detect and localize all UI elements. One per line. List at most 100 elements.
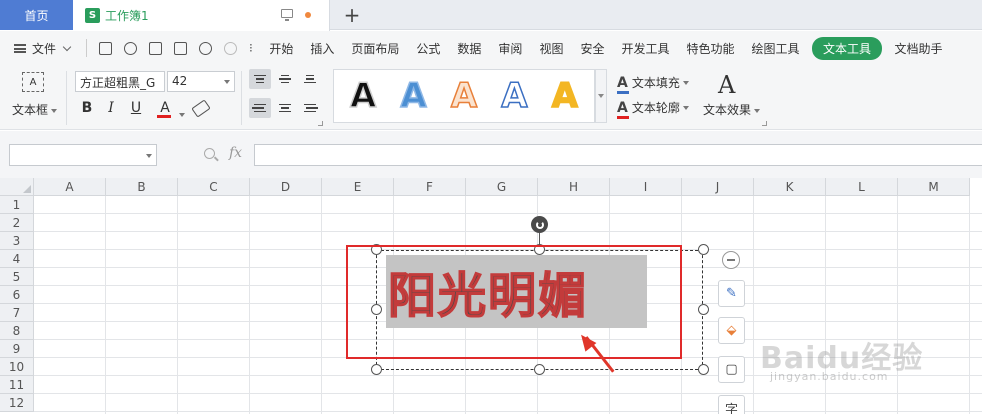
formula-input[interactable] xyxy=(254,144,982,166)
shape-outline-icon[interactable]: ▢ xyxy=(718,356,745,383)
menu-item-0[interactable]: 开始 xyxy=(261,40,302,57)
select-all-corner[interactable] xyxy=(0,178,34,196)
new-tab-plus-icon[interactable]: + xyxy=(340,2,364,28)
column-header[interactable]: F xyxy=(394,178,466,196)
chevron-down-icon[interactable] xyxy=(62,42,72,51)
resize-handle-bottom-left[interactable] xyxy=(371,364,382,375)
menu-item-11[interactable]: 文本工具 xyxy=(812,36,883,60)
row-header[interactable]: 11 xyxy=(0,376,34,394)
align-left-button[interactable] xyxy=(249,98,271,118)
tab-workbook[interactable]: S 工作簿1 xyxy=(73,0,330,31)
menu-item-7[interactable]: 安全 xyxy=(572,40,613,57)
text-style-preset-1[interactable]: A xyxy=(400,78,428,114)
underline-button[interactable]: U xyxy=(127,99,145,117)
row-header[interactable]: 2 xyxy=(0,214,34,232)
shape-style-brush-icon[interactable]: ✎ xyxy=(718,280,745,307)
menu-item-5[interactable]: 审阅 xyxy=(490,40,531,57)
row-header[interactable]: 10 xyxy=(0,358,34,376)
print-preview-icon[interactable] xyxy=(174,41,188,55)
redo-icon[interactable] xyxy=(224,41,238,55)
menu-item-4[interactable]: 数据 xyxy=(449,40,490,57)
print-icon[interactable] xyxy=(149,41,163,55)
column-header[interactable]: H xyxy=(538,178,610,196)
text-style-preset-0[interactable]: A xyxy=(349,78,377,114)
text-style-preset-3[interactable]: A xyxy=(500,78,528,114)
column-header[interactable]: M xyxy=(898,178,970,196)
tab-home[interactable]: 首页 xyxy=(0,0,73,30)
italic-button[interactable]: I xyxy=(102,99,120,117)
column-header[interactable]: C xyxy=(178,178,250,196)
hamburger-icon[interactable] xyxy=(14,43,26,53)
font-size-select[interactable]: 42 xyxy=(167,71,235,92)
row-header[interactable]: 12 xyxy=(0,394,34,412)
fx-icon[interactable]: fx xyxy=(229,145,242,161)
collapse-minus-icon[interactable] xyxy=(722,251,740,269)
text-style-preset-4[interactable]: A xyxy=(551,78,579,114)
column-header[interactable]: G xyxy=(466,178,538,196)
textbox-icon[interactable]: A xyxy=(22,72,44,92)
text-effect-icon[interactable]: A xyxy=(718,71,735,99)
line xyxy=(281,81,289,84)
font-name-select[interactable]: 方正超粗黑_G xyxy=(75,71,165,92)
align-bottom-button[interactable] xyxy=(299,69,321,89)
column-header[interactable]: B xyxy=(106,178,178,196)
menu-item-1[interactable]: 插入 xyxy=(302,40,343,57)
menu-item-9[interactable]: 特色功能 xyxy=(678,40,743,57)
resize-handle-top-right[interactable] xyxy=(698,244,709,255)
column-header[interactable]: L xyxy=(826,178,898,196)
row-header[interactable]: 4 xyxy=(0,250,34,268)
column-header[interactable]: A xyxy=(34,178,106,196)
clear-format-icon[interactable] xyxy=(191,99,211,118)
row-header[interactable]: 9 xyxy=(0,340,34,358)
bold-button[interactable]: B xyxy=(78,99,96,117)
resize-handle-bottom-right[interactable] xyxy=(698,364,709,375)
column-header[interactable]: I xyxy=(610,178,682,196)
text-outline-button[interactable]: A 文本轮廓 xyxy=(617,99,689,119)
text-outline-label: 文本轮廓 xyxy=(631,101,680,115)
shape-fill-icon[interactable]: ⬙ xyxy=(718,317,745,344)
text-fill-button[interactable]: A 文本填充 xyxy=(617,74,689,94)
row-header[interactable]: 7 xyxy=(0,304,34,322)
row-header[interactable]: 1 xyxy=(0,196,34,214)
text-fill-label: 文本填充 xyxy=(631,76,680,90)
more-icon[interactable]: ⁝ xyxy=(249,41,253,55)
row-header[interactable]: 3 xyxy=(0,232,34,250)
row-header[interactable]: 5 xyxy=(0,268,34,286)
row-header[interactable]: 6 xyxy=(0,286,34,304)
menu-item-12[interactable]: 文档助手 xyxy=(886,40,951,57)
name-box[interactable] xyxy=(9,144,157,166)
gallery-more-button[interactable] xyxy=(595,69,607,123)
save-icon[interactable] xyxy=(99,41,113,55)
menu-item-10[interactable]: 绘图工具 xyxy=(743,40,808,57)
menu-item-2[interactable]: 页面布局 xyxy=(343,40,408,57)
menu-item-3[interactable]: 公式 xyxy=(408,40,449,57)
row-header[interactable]: 8 xyxy=(0,322,34,340)
monitor-icon[interactable] xyxy=(281,9,293,21)
file-menu[interactable]: 文件 xyxy=(32,40,56,57)
column-header[interactable]: E xyxy=(322,178,394,196)
column-header[interactable]: D xyxy=(250,178,322,196)
align-middle-button[interactable] xyxy=(274,69,296,89)
zoom-icon[interactable] xyxy=(204,148,215,159)
dialog-launcher-icon[interactable] xyxy=(318,121,323,126)
resize-handle-bottom[interactable] xyxy=(534,364,545,375)
text-wrap-icon[interactable]: 字 xyxy=(718,395,745,414)
chevron-down-icon xyxy=(179,112,185,117)
column-header[interactable]: K xyxy=(754,178,826,196)
text-style-preset-2[interactable]: A xyxy=(450,78,478,114)
line xyxy=(256,81,264,84)
font-color-dropdown[interactable] xyxy=(176,107,185,121)
menu-item-8[interactable]: 开发工具 xyxy=(613,40,678,57)
align-center-button[interactable] xyxy=(274,98,296,118)
resize-handle-right[interactable] xyxy=(698,304,709,315)
column-header[interactable]: J xyxy=(682,178,754,196)
textbox-button[interactable]: 文本框 xyxy=(12,101,58,118)
menu-item-6[interactable]: 视图 xyxy=(531,40,572,57)
format-painter-icon[interactable] xyxy=(124,41,138,55)
text-effect-button[interactable]: 文本效果 xyxy=(703,101,761,118)
undo-icon[interactable] xyxy=(199,41,213,55)
align-top-button[interactable] xyxy=(249,69,271,89)
rotate-handle-icon[interactable] xyxy=(531,216,548,233)
dialog-launcher-icon[interactable] xyxy=(762,121,767,126)
align-right-button[interactable] xyxy=(299,98,321,118)
